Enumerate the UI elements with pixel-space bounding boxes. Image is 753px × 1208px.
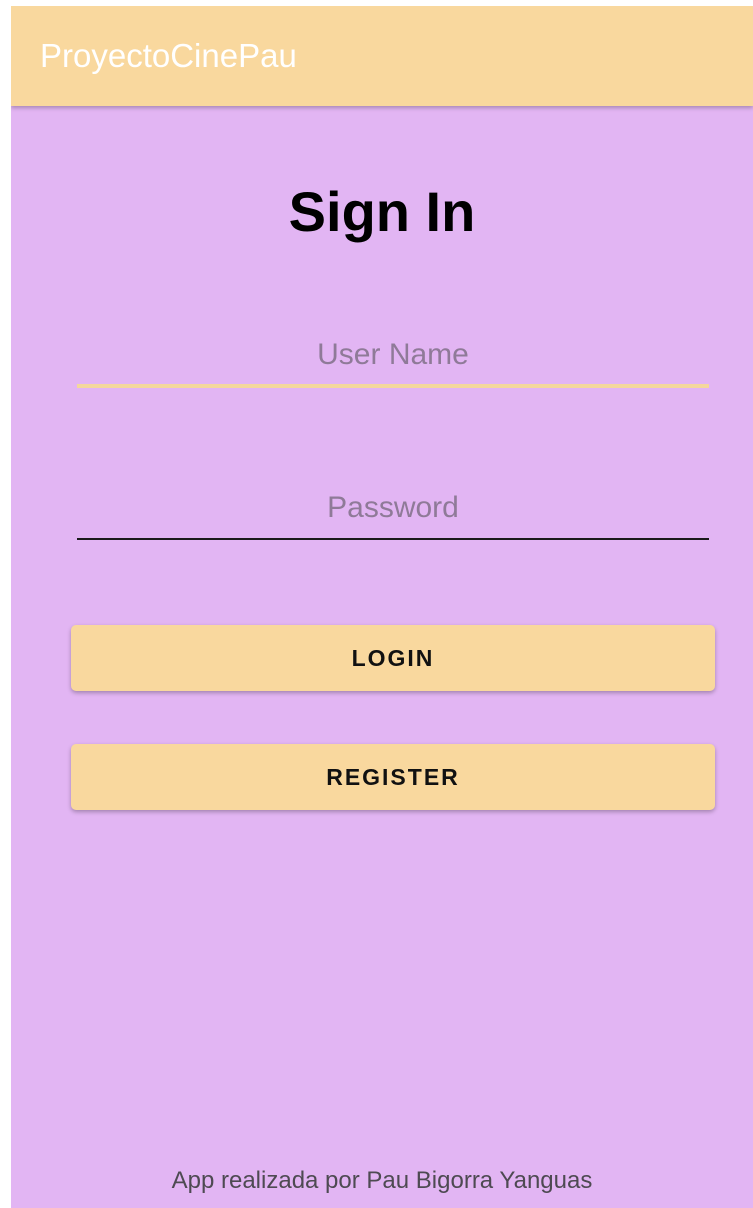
login-button[interactable]: LOGIN — [71, 625, 715, 691]
app-screen: ProyectoCinePau Sign In LOGIN REGISTER A… — [11, 6, 753, 1208]
password-input[interactable] — [77, 478, 709, 540]
app-title: ProyectoCinePau — [40, 37, 297, 74]
app-bar: ProyectoCinePau — [11, 6, 753, 106]
username-input[interactable] — [77, 326, 709, 388]
register-button[interactable]: REGISTER — [71, 744, 715, 810]
footer-credit: App realizada por Pau Bigorra Yanguas — [171, 1167, 593, 1194]
page-title: Sign In — [288, 180, 476, 243]
